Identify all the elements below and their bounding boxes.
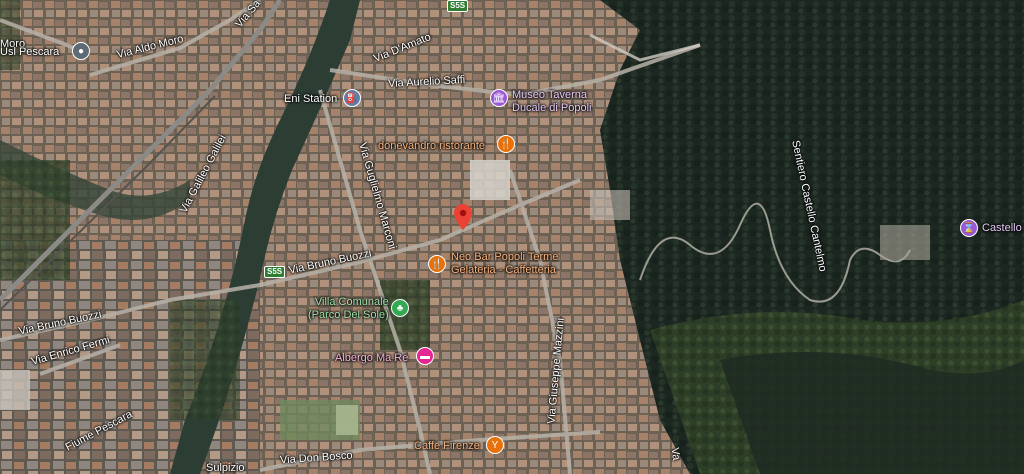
park-icon: ♣ bbox=[391, 299, 409, 317]
bar-icon: Y bbox=[486, 436, 504, 454]
poi-label: Castello bbox=[982, 222, 1022, 234]
road-sulpizio: Sulpizio bbox=[206, 462, 245, 474]
satellite-map[interactable]: Via Aldo Moro Via D'Amato Via Aurelio Sa… bbox=[0, 0, 1024, 474]
poi-label: Museo Taverna Ducale di Popoli bbox=[512, 89, 592, 114]
route-shield-s5-top: S5S bbox=[447, 0, 469, 12]
location-marker[interactable] bbox=[454, 204, 472, 230]
medical-icon: ● bbox=[72, 42, 90, 60]
location-pin-icon bbox=[454, 204, 472, 230]
route-shield-s5-mid: S5S bbox=[264, 266, 286, 278]
poi-label: Neo Bar Popoli Terme Gelateria - Caffett… bbox=[451, 251, 559, 276]
poi-label: donevandro ristorante bbox=[378, 140, 486, 152]
gas-station-icon: ⛽ bbox=[343, 89, 361, 107]
satellite-imagery bbox=[0, 0, 1024, 474]
landmark-icon: ⌛ bbox=[960, 219, 978, 237]
poi-label: Eni Station bbox=[284, 93, 338, 105]
museum-icon: 🏛 bbox=[490, 89, 508, 107]
hotel-icon: ▬ bbox=[416, 347, 434, 365]
road-va-edge: Va bbox=[668, 446, 683, 462]
restaurant-icon: 🍴 bbox=[497, 135, 515, 153]
poi-label: Villa Comunale (Parco Del Sole) bbox=[308, 296, 389, 321]
poi-label: Albergo Ma Re bbox=[335, 352, 409, 364]
poi-label: Usl Pescara bbox=[0, 46, 60, 58]
restaurant-icon: 🍴 bbox=[428, 255, 446, 273]
poi-label: Caffe Firenze bbox=[414, 440, 480, 452]
